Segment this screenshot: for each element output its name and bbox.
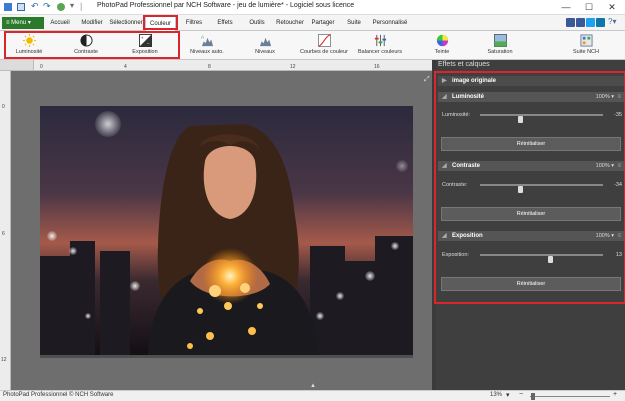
title-bar: ↶ ↷ ▾ | PhotoPad Professionnel par NCH S… [0, 0, 625, 15]
menu-selectionner[interactable]: Sélectionner [108, 15, 144, 31]
like-icon[interactable] [566, 18, 575, 27]
saturation-icon [493, 34, 507, 47]
title-separator: | [80, 1, 83, 11]
panel-title-text: Effets et calques [438, 61, 490, 68]
vertical-ruler: 0 6 12 [0, 71, 11, 390]
bottom-collapse-icon[interactable]: ▲ [310, 383, 316, 389]
highlight-box-panel [434, 71, 625, 304]
app-icon [4, 3, 12, 11]
twitter-icon[interactable] [586, 18, 595, 27]
saturation-label: Saturation [487, 49, 513, 55]
panel-title: Effets et calques [438, 61, 624, 71]
courbes-label: Courbes de couleur [299, 49, 348, 55]
maximize-button[interactable]: ☐ [578, 0, 600, 15]
main-menu-button[interactable]: ≡ Menu ▾ [2, 17, 44, 29]
zoom-dropdown-icon[interactable]: ▾ [506, 391, 510, 399]
ruler-v-mark: 6 [2, 231, 5, 237]
highlight-box-couleur [143, 15, 178, 30]
zoom-out-icon[interactable]: − [519, 391, 523, 398]
highlight-box-tools [4, 31, 180, 59]
ruler-h-mark: 4 [124, 64, 127, 70]
ruler-v-mark: 0 [2, 104, 5, 110]
hue-wheel-icon [436, 34, 448, 47]
woman-with-lights-photo [40, 106, 413, 355]
menu-personnalise[interactable]: Personnalisé [370, 15, 410, 31]
ruler-h-mark: 12 [290, 64, 296, 70]
ruler-h-mark: 8 [208, 64, 211, 70]
redo-icon[interactable]: ↷ [43, 1, 51, 12]
window-title: PhotoPad Professionnel par NCH Software … [97, 2, 355, 9]
menu-bar: ≡ Menu ▾ Accueil Modifier Sélectionner C… [0, 15, 625, 31]
nch-suite-icon [579, 34, 593, 47]
status-text: PhotoPad Professionnel © NCH Software [3, 392, 114, 398]
menu-filtres[interactable]: Filtres [182, 15, 206, 31]
menu-suite[interactable]: Suite [344, 15, 364, 31]
menu-retoucher[interactable]: Retoucher [274, 15, 306, 31]
menu-effets[interactable]: Effets [213, 15, 237, 31]
color-balance-icon [374, 34, 386, 47]
niveaux-label: Niveaux [255, 49, 275, 55]
zoom-level: 13% [490, 392, 503, 398]
undo-icon[interactable]: ↶ [31, 1, 39, 12]
menu-accueil[interactable]: Accueil [48, 15, 72, 31]
horizontal-ruler: 0 4 8 12 16 [34, 60, 434, 71]
zoom-slider-track[interactable] [530, 396, 610, 397]
ruler-h-mark: 16 [374, 64, 380, 70]
auto-levels-icon: A [201, 35, 213, 47]
save-icon[interactable] [17, 3, 25, 11]
suite-nch-button[interactable]: Suite NCH [566, 32, 606, 59]
linkedin-icon[interactable] [596, 18, 605, 27]
fullscreen-icon[interactable]: ⤢ [424, 76, 430, 84]
suite-nch-label: Suite NCH [573, 49, 599, 55]
menu-partager[interactable]: Partager [309, 15, 337, 31]
facebook-icon[interactable] [576, 18, 585, 27]
balancer-label: Balancer couleurs [357, 49, 403, 55]
ruler-h-mark: 0 [40, 64, 43, 70]
quick-access-dropdown-icon[interactable]: ▾ [70, 1, 74, 10]
help-menu-icon[interactable]: ?▾ [608, 17, 616, 26]
teinte-button[interactable]: Teinte [420, 32, 464, 59]
teinte-label: Teinte [434, 49, 450, 55]
courbes-button[interactable]: Courbes de couleur [294, 32, 354, 59]
minimize-button[interactable]: — [555, 0, 577, 15]
status-bar: PhotoPad Professionnel © NCH Software 13… [0, 390, 625, 401]
zoom-in-icon[interactable]: + [613, 391, 617, 398]
niveaux-button[interactable]: Niveaux [243, 32, 287, 59]
menu-modifier[interactable]: Modifier [78, 15, 106, 31]
photo-canvas[interactable] [40, 106, 413, 355]
close-button[interactable]: ✕ [601, 0, 623, 15]
menu-outils[interactable]: Outils [246, 15, 268, 31]
svg-text:A: A [201, 35, 205, 40]
levels-icon [259, 37, 271, 47]
balancer-button[interactable]: Balancer couleurs [354, 32, 406, 59]
curves-icon [317, 34, 331, 47]
photo-shadow [40, 355, 413, 358]
help-icon[interactable] [57, 3, 65, 11]
niveaux-auto-label: Niveaux auto. [190, 49, 224, 55]
niveaux-auto-button[interactable]: A Niveaux auto. [184, 32, 230, 59]
ruler-v-mark: 12 [1, 357, 7, 363]
saturation-button[interactable]: Saturation [478, 32, 522, 59]
ruler-corner [0, 60, 34, 71]
zoom-slider-thumb[interactable] [531, 393, 535, 400]
